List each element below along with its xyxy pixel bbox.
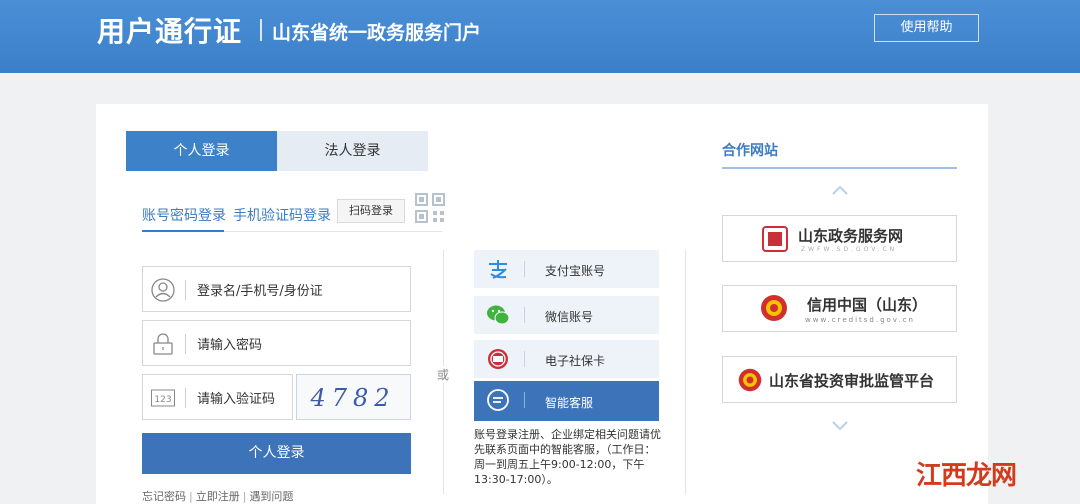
personal-login-button[interactable]: 个人登录	[142, 433, 411, 474]
partner-name: 山东政务服务网	[798, 227, 904, 245]
section-divider-line	[685, 250, 686, 494]
smart-service-label: 智能客服	[545, 396, 594, 410]
alt-divider	[524, 351, 525, 367]
national-emblem-icon	[738, 368, 762, 392]
smart-service-button[interactable]: 智能客服	[474, 381, 659, 421]
customer-service-icon	[487, 389, 509, 411]
field-divider	[185, 388, 186, 408]
tab-legal-login[interactable]: 法人登录	[277, 131, 428, 171]
field-divider	[185, 334, 186, 354]
captcha-text: 4782	[309, 384, 395, 412]
partner-sites-title: 合作网站	[722, 143, 778, 159]
chevron-down-icon[interactable]	[830, 420, 850, 432]
captcha-placeholder: 请输入验证码	[197, 392, 276, 407]
code-icon-text: 123	[154, 395, 171, 405]
password-placeholder: 请输入密码	[197, 338, 263, 353]
subtab-scan-login[interactable]: 扫码登录	[337, 199, 405, 223]
partner-url: ZWFW.SD.GOV.CN	[801, 246, 898, 253]
captcha-input-field[interactable]: 123 请输入验证码	[142, 374, 293, 420]
link-separator: |	[242, 490, 247, 503]
field-divider	[185, 280, 186, 300]
brand-title: 用户通行证	[97, 15, 243, 48]
header-bar: 用户通行证 山东省统一政务服务门户 使用帮助	[0, 0, 1080, 73]
social-security-label: 电子社保卡	[545, 354, 606, 368]
username-placeholder: 登录名/手机号/身份证	[197, 284, 323, 299]
username-field[interactable]: 登录名/手机号/身份证	[142, 266, 411, 312]
partner-name: 信用中国（山东）	[807, 296, 928, 314]
alipay-icon	[489, 260, 507, 279]
partner-url: www.creditsd.gov.cn	[805, 316, 915, 324]
password-field[interactable]: 请输入密码	[142, 320, 411, 366]
captcha-graphic: 4782	[309, 384, 395, 412]
watermark-logo: 江西龙网	[916, 461, 1017, 491]
partner-credit-china-sd[interactable]: 信用中国（山东） www.creditsd.gov.cn	[722, 285, 957, 332]
wechat-icon	[487, 305, 510, 325]
social-security-login-button[interactable]: 电子社保卡	[474, 340, 659, 378]
partner-investment-platform[interactable]: 山东省投资审批监管平台	[722, 356, 957, 403]
problem-link[interactable]: 遇到问题	[249, 490, 293, 503]
forgot-password-link[interactable]: 忘记密码	[142, 490, 186, 503]
alipay-login-button[interactable]: 支付宝账号	[474, 250, 659, 288]
social-security-card-icon	[488, 349, 508, 369]
link-separator: |	[189, 490, 193, 503]
user-icon	[151, 278, 175, 302]
register-link[interactable]: 立即注册	[196, 490, 240, 503]
lock-icon	[153, 333, 173, 355]
subtab-phone-code[interactable]: 手机验证码登录	[233, 205, 331, 225]
alt-divider	[524, 261, 525, 277]
sd-gov-service-logo	[762, 226, 788, 252]
partner-name: 山东省投资审批监管平台	[769, 372, 935, 390]
subtab-account-password[interactable]: 账号密码登录	[142, 205, 226, 225]
help-button[interactable]: 使用帮助	[874, 14, 979, 42]
subtab-active-underline	[142, 230, 224, 232]
alt-divider	[524, 307, 525, 323]
service-note: 账号登录注册、企业绑定相关问题请优先联系页面中的智能客服，（工作日：周一到周五上…	[474, 428, 661, 486]
brand-divider	[260, 19, 262, 41]
chevron-up-icon[interactable]	[830, 184, 850, 196]
wechat-label: 微信账号	[545, 310, 594, 324]
partner-title-underline	[722, 167, 957, 169]
national-emblem-icon	[761, 295, 787, 321]
partner-sd-gov-service[interactable]: 山东政务服务网 ZWFW.SD.GOV.CN	[722, 215, 957, 262]
number-code-icon: 123	[151, 389, 175, 407]
bottom-links: 忘记密码 | 立即注册 | 遇到问题	[142, 488, 293, 504]
or-label: 或	[436, 366, 451, 383]
tab-personal-login[interactable]: 个人登录	[126, 131, 277, 171]
alipay-label: 支付宝账号	[545, 264, 606, 278]
captcha-image[interactable]: 4782	[296, 374, 411, 420]
qr-code-icon[interactable]	[415, 193, 445, 223]
portal-subtitle: 山东省统一政务服务门户	[272, 22, 482, 44]
wechat-login-button[interactable]: 微信账号	[474, 296, 659, 334]
alt-divider	[524, 392, 525, 408]
